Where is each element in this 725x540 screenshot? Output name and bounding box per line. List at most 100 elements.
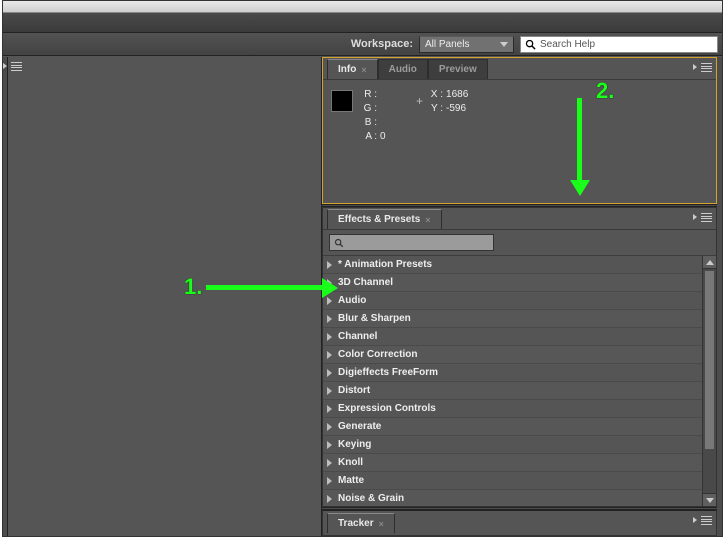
tab-effects-presets-label: Effects & Presets [338,214,420,225]
search-icon [525,39,536,50]
tab-audio-label: Audio [389,64,417,75]
effects-category-label: Digieffects FreeForm [338,367,438,378]
help-search-placeholder: Search Help [540,39,595,50]
effects-category-label: Audio [338,295,366,306]
disclosure-triangle-icon[interactable] [327,261,332,269]
scrollbar-thumb[interactable] [704,270,715,450]
effects-panel-tabs: Effects & Presets × [323,208,716,230]
a-label: A : [361,130,377,144]
effects-category-item[interactable]: Generate [323,418,702,436]
a-value: 0 [380,130,386,144]
effects-category-item[interactable]: Distort [323,382,702,400]
x-value: 1686 [446,88,468,102]
effects-tree: * Animation Presets 3D Channel Audio Blur &… [323,255,716,506]
workspace-dropdown[interactable]: All Panels [419,36,514,53]
tab-audio[interactable]: Audio [378,59,428,79]
panel-menu-button[interactable] [8,57,26,75]
workspace-selected-value: All Panels [425,39,469,50]
tab-tracker-label: Tracker [338,518,374,529]
effects-category-item[interactable]: Channel [323,328,702,346]
panel-menu-button[interactable] [698,515,712,526]
hamburger-icon [8,61,22,72]
crosshair-icon: + [416,94,423,195]
tab-tracker[interactable]: Tracker × [327,513,395,533]
effects-category-item[interactable]: Color Correction [323,346,702,364]
rgba-readout: R : G : B : A :0 [361,88,416,195]
y-label: Y : [427,102,443,116]
disclosure-triangle-icon[interactable] [327,315,332,323]
effects-category-item[interactable]: Expression Controls [323,400,702,418]
x-label: X : [427,88,443,102]
tab-effects-presets[interactable]: Effects & Presets × [327,209,442,229]
disclosure-triangle-icon[interactable] [327,459,332,467]
effects-category-item[interactable]: Knoll [323,454,702,472]
annotation-1-label: 1. [184,274,202,300]
caret-up-icon [706,260,714,265]
effects-category-item[interactable]: Keying [323,436,702,454]
panel-menu-button[interactable] [698,62,712,73]
disclosure-triangle-icon[interactable] [327,351,332,359]
tracker-panel: Tracker × [322,510,717,536]
annotation-1: 1. [184,274,324,300]
disclosure-triangle-icon[interactable] [327,495,332,503]
effects-category-label: 3D Channel [338,277,393,288]
tab-info-label: Info [338,64,356,75]
disclosure-triangle-icon[interactable] [327,441,332,449]
color-swatch [331,90,353,112]
effects-category-item[interactable]: 3D Channel [323,274,702,292]
disclosure-triangle-icon[interactable] [327,477,332,485]
xy-readout: + X :1686 Y :-596 [416,88,468,195]
disclosure-triangle-icon[interactable] [327,387,332,395]
scrollbar[interactable] [702,256,716,506]
y-value: -596 [446,102,466,116]
scroll-up-button[interactable] [703,256,716,269]
disclosure-triangle-icon[interactable] [327,333,332,341]
r-label: R : [361,88,377,102]
workspace-label: Workspace: [351,38,413,50]
effects-search-row [323,230,716,255]
disclosure-triangle-icon[interactable] [327,405,332,413]
arrow-down-icon [577,98,582,182]
effects-category-label: Matte [338,475,364,486]
app-menubar[interactable] [3,13,722,33]
tab-info[interactable]: Info × [327,59,378,79]
info-panel-tabs: Info × Audio Preview [323,58,716,80]
right-column: Info × Audio Preview [322,57,717,536]
effects-presets-panel: Effects & Presets × * Animation Presets 3… [322,207,717,507]
effects-category-item[interactable]: Digieffects FreeForm [323,364,702,382]
effects-search-input[interactable] [329,234,494,251]
effects-category-item[interactable]: Noise & Grain [323,490,702,506]
disclosure-triangle-icon[interactable] [327,423,332,431]
close-icon[interactable]: × [379,519,384,529]
workspace-bar: Workspace: All Panels Search Help [3,33,722,56]
close-icon[interactable]: × [361,65,366,75]
help-search-input[interactable]: Search Help [520,36,718,53]
effects-category-label: Channel [338,331,377,342]
b-label: B : [361,116,377,130]
annotation-2-label: 2. [596,78,614,104]
info-panel: Info × Audio Preview [322,57,717,204]
effects-category-label: Generate [338,421,381,432]
search-icon [334,238,344,248]
tab-preview[interactable]: Preview [428,59,488,79]
disclosure-triangle-icon[interactable] [327,369,332,377]
effects-category-item[interactable]: Blur & Sharpen [323,310,702,328]
close-icon[interactable]: × [425,215,430,225]
effects-category-item[interactable]: Audio [323,292,702,310]
scroll-down-button[interactable] [703,493,716,506]
caret-down-icon [706,498,714,503]
disclosure-triangle-icon[interactable] [327,297,332,305]
window-titlebar[interactable] [3,1,722,13]
effects-category-label: Blur & Sharpen [338,313,411,324]
tracker-panel-tabs: Tracker × [323,511,716,533]
g-label: G : [361,102,377,116]
panel-menu-button[interactable] [698,212,712,223]
effects-category-label: Expression Controls [338,403,436,414]
effects-category-item[interactable]: Matte [323,472,702,490]
tab-preview-label: Preview [439,64,477,75]
effects-category-label: Color Correction [338,349,417,360]
chevron-down-icon [500,42,508,47]
app-window: Workspace: All Panels Search Help [2,0,723,537]
effects-category-label: * Animation Presets [338,259,432,270]
effects-category-item[interactable]: * Animation Presets [323,256,702,274]
